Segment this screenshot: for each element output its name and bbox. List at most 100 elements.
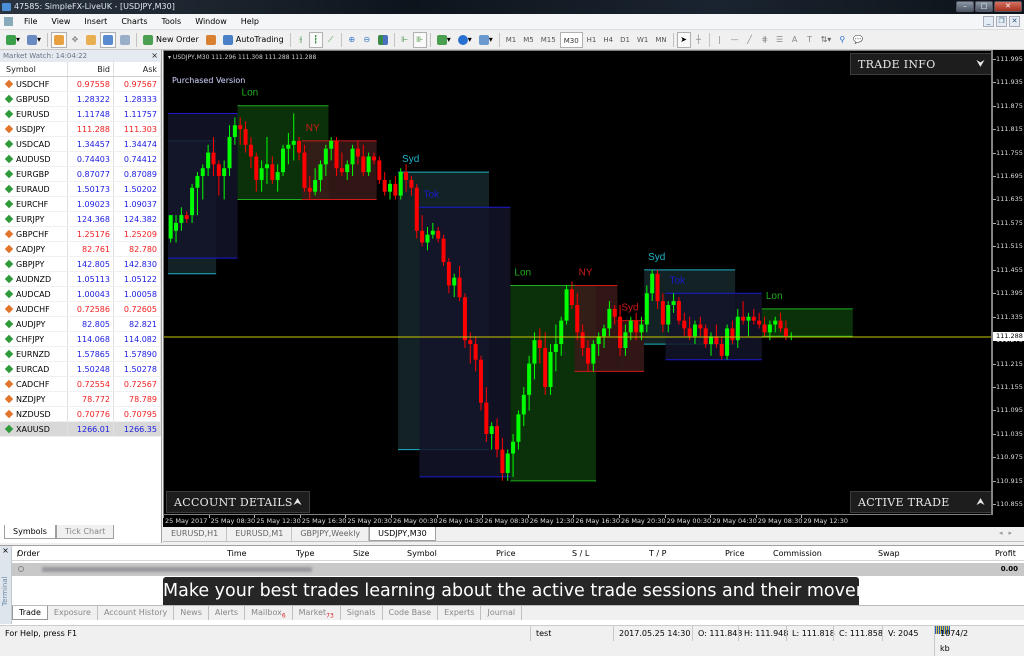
- strategy-tester-toggle[interactable]: [117, 32, 133, 48]
- chart-tab-usdjpy-m30[interactable]: USDJPY,M30: [369, 527, 436, 541]
- market-watch-row[interactable]: AUDJPY 82.805 82.821: [0, 317, 161, 332]
- arrows-tool[interactable]: ⇅▾: [818, 32, 835, 48]
- timeframe-h1[interactable]: H1: [584, 32, 600, 48]
- market-watch-row[interactable]: GBPJPY 142.805 142.830: [0, 257, 161, 272]
- timeframe-m30[interactable]: M30: [559, 31, 583, 48]
- market-watch-row[interactable]: CADJPY 82.761 82.780: [0, 242, 161, 257]
- column-symbol[interactable]: Symbol: [0, 62, 68, 76]
- timeframe-m1[interactable]: M1: [503, 32, 520, 48]
- market-watch-close-icon[interactable]: ×: [151, 50, 158, 62]
- col-order[interactable]: Order /: [17, 546, 40, 561]
- text-tool[interactable]: A: [788, 32, 802, 48]
- timeframe-m5[interactable]: M5: [520, 32, 537, 48]
- timeframe-d1[interactable]: D1: [617, 32, 633, 48]
- new-chart-button[interactable]: ▾: [3, 32, 23, 48]
- menu-view[interactable]: View: [44, 14, 77, 30]
- zoom-in-button[interactable]: ⊕: [345, 32, 359, 48]
- minimize-button[interactable]: –: [956, 1, 974, 12]
- market-watch-row[interactable]: EURNZD 1.57865 1.57890: [0, 347, 161, 362]
- terminal-tab-code-base[interactable]: Code Base: [383, 606, 439, 620]
- col-commission[interactable]: Commission: [773, 546, 822, 561]
- terminal-tab-signals[interactable]: Signals: [341, 606, 383, 620]
- menu-help[interactable]: Help: [234, 14, 266, 30]
- menu-tools[interactable]: Tools: [154, 14, 188, 30]
- market-watch-row[interactable]: AUDCHF 0.72586 0.72605: [0, 302, 161, 317]
- tab-tick-chart[interactable]: Tick Chart: [55, 525, 115, 539]
- autotrading-button[interactable]: AutoTrading: [220, 32, 287, 48]
- market-watch-row[interactable]: AUDCAD 1.00043 1.00058: [0, 287, 161, 302]
- profiles-button[interactable]: ▾: [24, 32, 44, 48]
- indicators-button[interactable]: ▾: [434, 32, 454, 48]
- crosshair-tool[interactable]: ┼: [692, 32, 706, 48]
- terminal-tab-mailbox[interactable]: Mailbox6: [245, 606, 293, 620]
- meta-editor-button[interactable]: [203, 32, 219, 48]
- timeframe-w1[interactable]: W1: [634, 32, 651, 48]
- terminal-tab-account-history[interactable]: Account History: [98, 606, 175, 620]
- market-watch-row[interactable]: EURCAD 1.50248 1.50278: [0, 362, 161, 377]
- market-watch-row[interactable]: AUDUSD 0.74403 0.74412: [0, 152, 161, 167]
- autoscroll-button[interactable]: ⊪: [412, 31, 427, 48]
- mdi-close-button[interactable]: ✕: [1009, 16, 1020, 27]
- market-watch-row[interactable]: CHFJPY 114.068 114.082: [0, 332, 161, 347]
- menu-window[interactable]: Window: [188, 14, 234, 30]
- market-watch-row[interactable]: EURJPY 124.368 124.382: [0, 212, 161, 227]
- trendline-tool[interactable]: ╱: [743, 32, 757, 48]
- market-watch-row[interactable]: XAUUSD 1266.01 1266.35: [0, 422, 161, 437]
- terminal-toggle[interactable]: [100, 31, 117, 48]
- price-axis[interactable]: 111.995 111.935 111.875 111.815 111.755 111.6…: [992, 50, 1024, 515]
- zoom-out-button[interactable]: ⊖: [360, 32, 374, 48]
- col-time[interactable]: Time: [227, 546, 247, 561]
- market-watch-row[interactable]: USDCHF 0.97558 0.97567: [0, 77, 161, 92]
- periods-button[interactable]: ▾: [455, 32, 475, 48]
- column-ask[interactable]: Ask: [114, 62, 161, 76]
- close-button[interactable]: ✕: [994, 1, 1022, 12]
- price-chart[interactable]: Lon NY Syd Tok Lon NY Syd Syd Tok Lon ▾ USDJPY,M3…: [163, 50, 992, 515]
- terminal-tab-exposure[interactable]: Exposure: [48, 606, 98, 620]
- market-watch-row[interactable]: USDJPY 111.288 111.303: [0, 122, 161, 137]
- trade-info-panel[interactable]: TRADE INFO ⮟: [850, 53, 991, 75]
- terminal-tab-alerts[interactable]: Alerts: [209, 606, 246, 620]
- channel-tool[interactable]: ⋕: [758, 32, 772, 48]
- mdi-restore-button[interactable]: ❐: [996, 16, 1007, 27]
- new-order-button[interactable]: New Order: [140, 32, 202, 48]
- col-sl[interactable]: S / L: [572, 546, 589, 561]
- mdi-window-icon[interactable]: [4, 17, 13, 26]
- data-window-toggle[interactable]: ✥: [68, 32, 82, 48]
- column-bid[interactable]: Bid: [68, 62, 114, 76]
- menu-charts[interactable]: Charts: [114, 14, 154, 30]
- balance-row[interactable]: 0.00: [12, 563, 1024, 576]
- tab-scroll-arrows[interactable]: ◂▸: [999, 529, 1018, 537]
- market-watch-row[interactable]: EURAUD 1.50173 1.50202: [0, 182, 161, 197]
- time-axis[interactable]: 25 May 2017 25 May 08:30 25 May 12:30 25 Ma…: [162, 515, 1024, 527]
- chat-button[interactable]: 💬: [850, 32, 866, 48]
- horizontal-line-tool[interactable]: —: [728, 32, 742, 48]
- terminal-close-icon[interactable]: ×: [0, 546, 11, 556]
- account-details-panel[interactable]: ACCOUNT DETAILS ⮝: [166, 491, 310, 513]
- col-symbol[interactable]: Symbol: [407, 546, 437, 561]
- active-trade-panel[interactable]: ACTIVE TRADE ⮝: [850, 491, 991, 513]
- market-watch-row[interactable]: EURUSD 1.11748 1.11757: [0, 107, 161, 122]
- timeframe-mn[interactable]: MN: [652, 32, 669, 48]
- col-price[interactable]: Price: [496, 546, 516, 561]
- market-watch-row[interactable]: CADCHF 0.72554 0.72567: [0, 377, 161, 392]
- market-watch-row[interactable]: NZDJPY 78.772 78.789: [0, 392, 161, 407]
- timeframe-m15[interactable]: M15: [538, 32, 559, 48]
- text-label-tool[interactable]: T: [803, 32, 817, 48]
- terminal-tab-experts[interactable]: Experts: [438, 606, 482, 620]
- col-swap[interactable]: Swap: [878, 546, 900, 561]
- market-watch-row[interactable]: USDCAD 1.34457 1.34474: [0, 137, 161, 152]
- chart-shift-button[interactable]: ⊩: [398, 32, 412, 48]
- mdi-minimize-button[interactable]: _: [983, 16, 994, 27]
- line-chart-button[interactable]: ⟋: [324, 32, 338, 48]
- chart-tab-eurusd-h1[interactable]: EURUSD,H1: [163, 527, 228, 541]
- market-watch-row[interactable]: GBPCHF 1.25176 1.25209: [0, 227, 161, 242]
- market-watch-toggle[interactable]: [51, 31, 68, 48]
- bar-chart-button[interactable]: ⫲: [294, 32, 308, 48]
- terminal-tab-trade[interactable]: Trade: [12, 606, 48, 620]
- cursor-tool[interactable]: ➤: [676, 31, 691, 48]
- vertical-line-tool[interactable]: |: [713, 32, 727, 48]
- menu-file[interactable]: File: [17, 14, 44, 30]
- col-profit[interactable]: Profit: [995, 546, 1016, 561]
- market-watch-row[interactable]: NZDUSD 0.70776 0.70795: [0, 407, 161, 422]
- chart-tab-gbpjpy-weekly[interactable]: GBPJPY,Weekly: [292, 527, 370, 541]
